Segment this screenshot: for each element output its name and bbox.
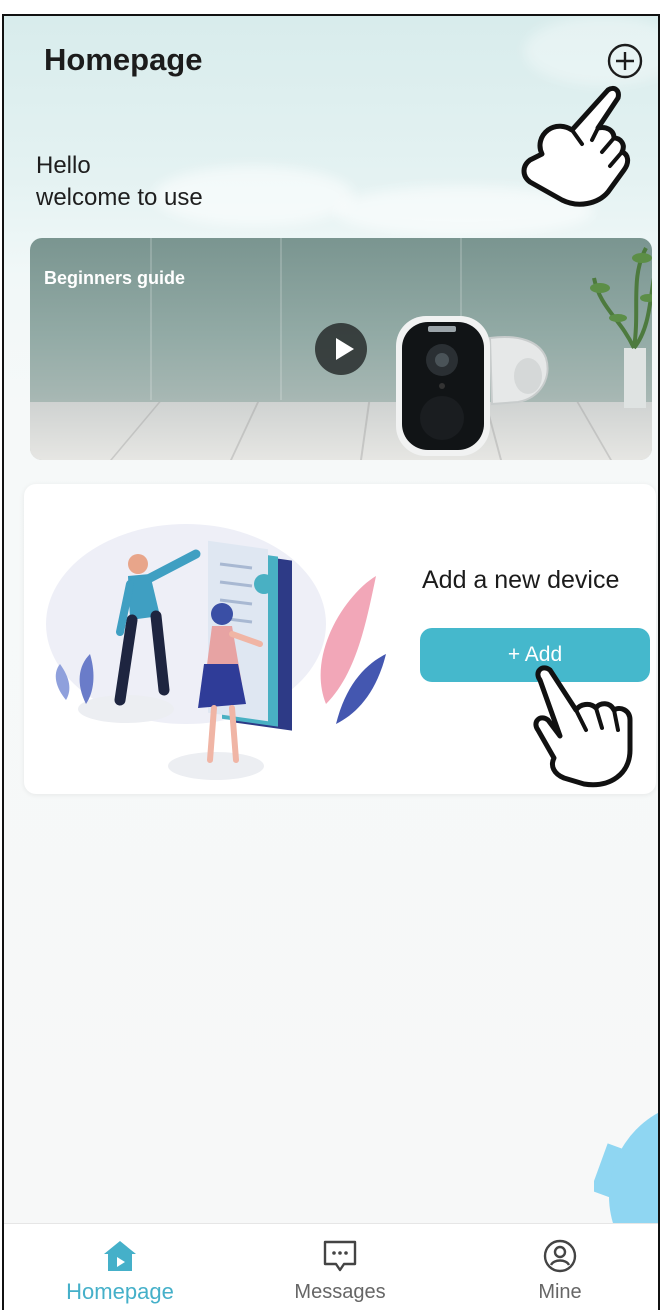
banner-label: Beginners guide [44,268,186,288]
greeting-line-hello: Hello [36,152,91,179]
wall-panel-line [150,238,152,400]
greeting-text: Hello welcome to use [36,150,203,214]
tab-label: Homepage [66,1279,174,1304]
pointing-hand-icon [521,85,631,207]
add-device-title: Add a new device [422,566,620,594]
message-icon [323,1240,357,1272]
tab-label: Mine [538,1281,582,1303]
plus-circle-icon [607,43,643,79]
profile-icon [543,1239,577,1273]
page-title: Homepage [44,42,203,77]
greeting-line-welcome: welcome to use [36,184,203,211]
add-device-top-button[interactable] [606,42,644,80]
bottom-tab-bar: Homepage Messages Mine [4,1223,658,1310]
tab-homepage[interactable]: Homepage [40,1224,200,1310]
play-icon[interactable] [315,323,367,375]
tab-mine[interactable]: Mine [480,1224,640,1310]
app-screen: Homepage Hello welcome to use Beginners … [2,14,660,1310]
people-illustration [46,524,386,780]
tab-messages[interactable]: Messages [260,1224,420,1310]
home-icon [104,1241,136,1271]
wall-panel-line [280,238,282,400]
tab-label: Messages [294,1281,386,1303]
add-device-card: Add a new device + Add [24,484,656,794]
beginners-guide-banner[interactable]: Beginners guide [30,238,652,460]
camera-device-image [396,316,549,456]
pointing-hand-icon [533,665,633,788]
plant-decoration [590,247,652,408]
